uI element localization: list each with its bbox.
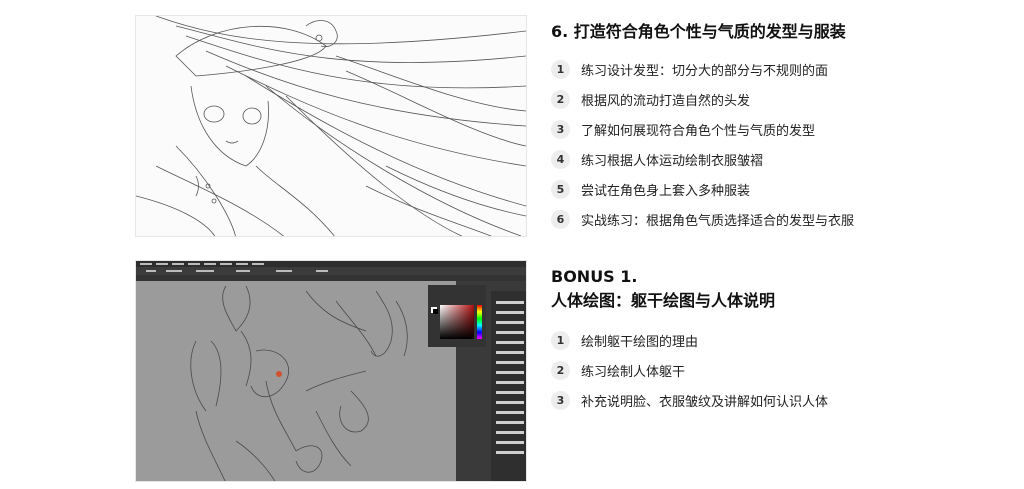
section-title: BONUS 1. [551, 267, 638, 286]
hairstyle-sketch-image [135, 15, 527, 237]
lesson-item: 3 了解如何展现符合角色个性与气质的发型 [551, 114, 991, 144]
line-art-illustration [136, 16, 526, 236]
lesson-item: 4 练习根据人体运动绘制衣服皱褶 [551, 144, 991, 174]
hair-clothing-section: 6. 打造符合角色个性与气质的发型与服装 1 练习设计发型：切分大的部分与不规则… [551, 20, 991, 234]
lesson-label: 根据风的流动打造自然的头发 [581, 93, 751, 109]
lesson-number-badge: 1 [551, 59, 570, 79]
lesson-item: 2 根据风的流动打造自然的头发 [551, 84, 991, 114]
lesson-item: 2 练习绘制人体躯干 [551, 355, 991, 385]
lesson-list: 1 绘制躯干绘图的理由 2 练习绘制人体躯干 3 补充说明脸、衣服皱纹及讲解如何… [551, 325, 991, 415]
lesson-number-badge: 1 [551, 330, 570, 350]
lesson-label: 实战练习：根据角色气质选择适合的发型与衣服 [581, 213, 855, 229]
lesson-label: 尝试在角色身上套入多种服装 [581, 183, 751, 199]
lesson-label: 练习设计发型：切分大的部分与不规则的面 [581, 63, 829, 79]
lesson-number-badge: 3 [551, 390, 570, 410]
lesson-number-badge: 4 [551, 149, 570, 169]
bonus-body-drawing-section: BONUS 1. 人体绘图：躯干绘图与人体说明 1 绘制躯干绘图的理由 2 练习… [551, 265, 991, 415]
lesson-number-badge: 6 [551, 209, 570, 229]
lesson-number-badge: 2 [551, 360, 570, 380]
lesson-item: 6 实战练习：根据角色气质选择适合的发型与衣服 [551, 204, 991, 234]
lesson-label: 绘制躯干绘图的理由 [581, 334, 699, 350]
drawing-app-screenshot [136, 261, 526, 481]
lesson-list: 1 练习设计发型：切分大的部分与不规则的面 2 根据风的流动打造自然的头发 3 … [551, 54, 991, 234]
lesson-label: 补充说明脸、衣服皱纹及讲解如何认识人体 [581, 394, 829, 410]
torso-drawing-screenshot [135, 260, 527, 482]
lesson-number-badge: 3 [551, 119, 570, 139]
lesson-label: 练习根据人体运动绘制衣服皱褶 [581, 153, 764, 169]
lesson-number-badge: 5 [551, 179, 570, 199]
lesson-number-badge: 2 [551, 89, 570, 109]
lesson-label: 了解如何展现符合角色个性与气质的发型 [581, 123, 816, 139]
section-subtitle: 人体绘图：躯干绘图与人体说明 [551, 291, 776, 310]
lesson-label: 练习绘制人体躯干 [581, 364, 686, 380]
lesson-item: 1 绘制躯干绘图的理由 [551, 325, 991, 355]
section-title: 6. 打造符合角色个性与气质的发型与服装 [551, 22, 846, 41]
lesson-item: 5 尝试在角色身上套入多种服装 [551, 174, 991, 204]
lesson-item: 3 补充说明脸、衣服皱纹及讲解如何认识人体 [551, 385, 991, 415]
lesson-item: 1 练习设计发型：切分大的部分与不规则的面 [551, 54, 991, 84]
